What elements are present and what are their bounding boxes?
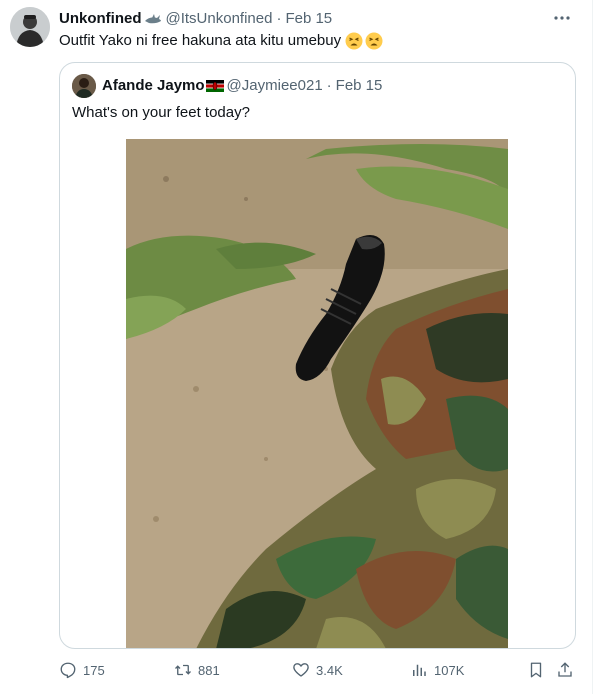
reply-count: 175 — [83, 662, 105, 678]
tweet[interactable]: Unkonfined @ItsUnkonfined · Feb 15 Outfi… — [0, 0, 593, 694]
author-name[interactable]: Unkonfined — [59, 10, 142, 27]
shark-icon — [144, 12, 162, 24]
tweet-header: Unkonfined @ItsUnkonfined · Feb 15 — [59, 8, 332, 28]
bookmark-button[interactable] — [527, 658, 551, 682]
quoted-text: What's on your feet today? — [72, 104, 250, 121]
like-count: 3.4K — [316, 662, 343, 678]
quoted-date[interactable]: Feb 15 — [336, 77, 383, 94]
tweet-date[interactable]: Feb 15 — [285, 10, 332, 27]
tweet-actions: 175 881 3.4K 107K — [59, 658, 579, 682]
views-button[interactable]: 107K — [410, 658, 464, 682]
quoted-author-handle[interactable]: @Jaymiee021 — [227, 77, 323, 94]
quoted-tweet[interactable]: Afande Jaymo @Jaymiee021 · Feb 15 What's… — [59, 62, 576, 649]
reply-button[interactable]: 175 — [59, 658, 105, 682]
separator-dot: · — [326, 76, 332, 94]
repost-icon — [175, 664, 191, 676]
more-options-icon[interactable] — [550, 8, 574, 28]
author-handle[interactable]: @ItsUnkonfined — [166, 10, 273, 27]
share-icon — [558, 662, 572, 677]
share-button[interactable] — [556, 658, 580, 682]
tweet-text: Outfit Yako ni free hakuna ata kitu umeb… — [59, 32, 342, 49]
author-avatar[interactable] — [10, 7, 50, 47]
quoted-photo[interactable] — [126, 139, 508, 648]
quoted-author-avatar[interactable] — [72, 74, 96, 98]
repost-count: 881 — [198, 662, 220, 678]
reply-icon — [60, 662, 76, 679]
repost-button[interactable]: 881 — [174, 658, 220, 682]
quoted-author-name[interactable]: Afande Jaymo — [102, 77, 205, 94]
heart-icon — [293, 663, 309, 677]
kenya-flag-icon — [205, 79, 224, 92]
quoted-header: Afande Jaymo @Jaymiee021 · Feb 15 — [102, 75, 382, 95]
separator-dot: · — [276, 9, 282, 27]
views-icon — [413, 664, 426, 676]
bookmark-icon — [530, 662, 542, 678]
views-count: 107K — [434, 662, 465, 678]
tweet-text-row: Outfit Yako ni free hakuna ata kitu umeb… — [59, 31, 383, 51]
tired-face-emoji-icon — [345, 32, 363, 50]
like-button[interactable]: 3.4K — [292, 658, 343, 682]
tired-face-emoji-icon — [365, 32, 383, 50]
